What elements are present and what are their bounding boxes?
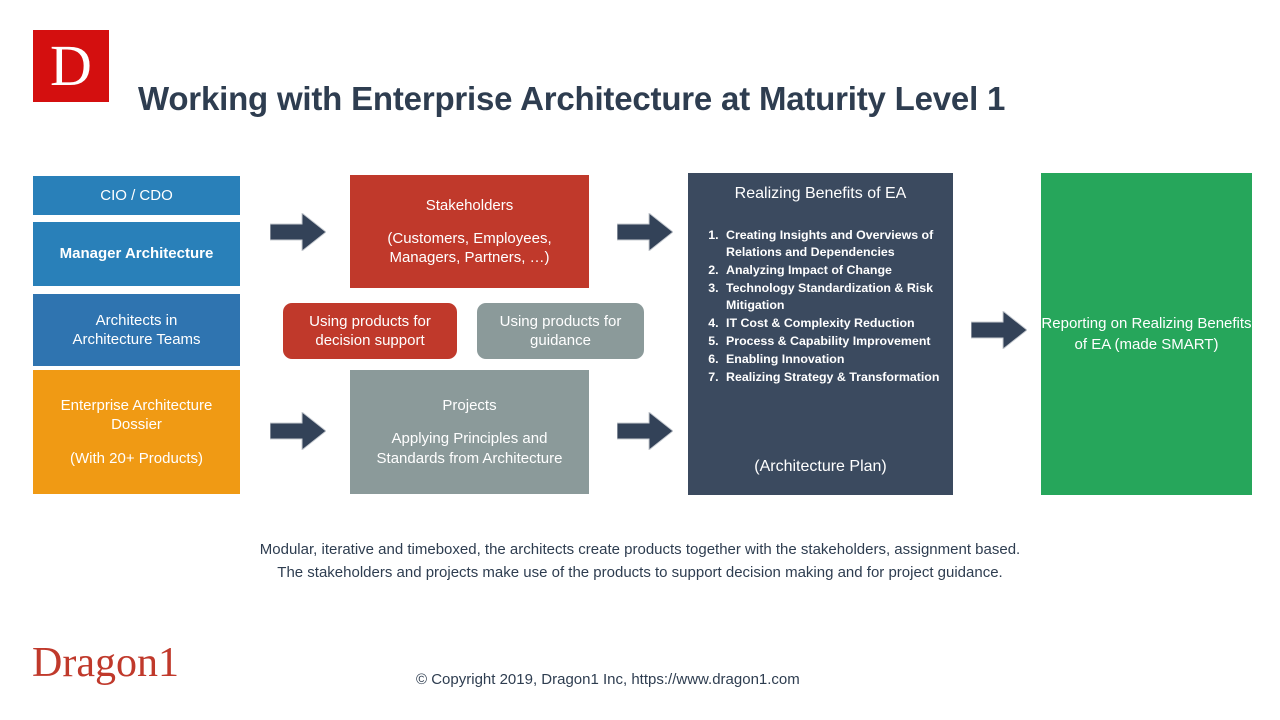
caption-line-2: The stakeholders and projects make use o…: [277, 564, 1003, 582]
box-projects: Projects Applying Principles and Standar…: [350, 370, 589, 494]
box-architects-line-1: Architects in: [95, 311, 178, 329]
box-manager-architecture-label: Manager Architecture: [59, 245, 214, 263]
pill-decision-line-2: decision support: [315, 332, 425, 349]
pill-decision-line-1: Using products for: [309, 312, 431, 330]
brand-wordmark: Dragon1: [32, 640, 179, 686]
pill-guidance-line-2: guidance: [530, 332, 591, 349]
arrow-cio-to-stakeholders-icon: [270, 213, 326, 251]
box-cio-cdo: CIO / CDO: [33, 176, 240, 215]
pill-guidance-line-1: Using products for: [499, 312, 622, 330]
page-title: Working with Enterprise Architecture at …: [138, 80, 1006, 117]
list-item: Analyzing Impact of Change: [722, 262, 941, 279]
arrow-projects-to-realizing-icon: [617, 412, 673, 450]
box-stakeholders-detail-line-1: (Customers, Employees,: [387, 229, 552, 247]
copyright-notice: © Copyright 2019, Dragon1 Inc, https://w…: [416, 671, 800, 688]
list-item: Creating Insights and Overviews of Relat…: [722, 227, 941, 261]
box-stakeholders: Stakeholders (Customers, Employees, Mana…: [350, 175, 589, 288]
logo-letter-d: D: [50, 33, 92, 98]
realizing-heading: Realizing Benefits of EA: [688, 173, 953, 205]
box-stakeholders-detail-line-2: Managers, Partners, …): [389, 249, 550, 267]
list-item: Technology Standardization & Risk Mitiga…: [722, 280, 941, 314]
realizing-footer-architecture-plan: (Architecture Plan): [754, 458, 887, 475]
caption: Modular, iterative and timeboxed, the ar…: [140, 538, 1140, 585]
box-architects-in-architecture-teams: Architects in Architecture Teams: [33, 294, 240, 366]
box-projects-detail-line-1: Applying Principles and: [391, 430, 548, 448]
realizing-heading-line-1: Realizing: [734, 185, 801, 202]
caption-line-1: Modular, iterative and timeboxed, the ar…: [259, 541, 1021, 558]
box-dossier-line-1: Enterprise Architecture: [60, 397, 213, 415]
box-projects-title: Projects: [442, 397, 497, 415]
box-stakeholders-title: Stakeholders: [425, 196, 514, 214]
arrow-realizing-to-reporting-icon: [971, 311, 1027, 349]
box-manager-architecture: Manager Architecture: [33, 222, 240, 286]
list-item: Realizing Strategy & Transformation: [722, 369, 941, 386]
pill-guidance-text: Using products for guidance: [477, 312, 644, 351]
box-dossier-products-count: (With 20+ Products): [70, 449, 203, 467]
list-item: Enabling Innovation: [722, 351, 941, 368]
box-projects-detail-line-2: Standards from Architecture: [376, 449, 563, 467]
pill-decision-text: Using products for decision support: [283, 312, 457, 351]
box-reporting-on-realizing-benefits: Reporting on Realizing Benefits of EA (m…: [1041, 173, 1252, 495]
box-architects-line-2: Architecture Teams: [72, 331, 201, 348]
realizing-benefits-list: Creating Insights and Overviews of Relat…: [688, 205, 953, 387]
box-dossier-line-2: Dossier: [111, 416, 162, 434]
arrow-stakeholders-to-realizing-icon: [617, 213, 673, 251]
box-cio-cdo-label: CIO / CDO: [100, 186, 173, 204]
reporting-line-3: (made SMART): [1114, 336, 1219, 353]
list-item: Process & Capability Improvement: [722, 333, 941, 350]
reporting-text: Reporting on Realizing Benefits of EA (m…: [1041, 313, 1252, 355]
list-item: IT Cost & Complexity Reduction: [722, 315, 941, 332]
box-realizing-benefits-of-ea: Realizing Benefits of EA Creating Insigh…: [688, 173, 953, 495]
realizing-heading-line-2: Benefits of EA: [804, 185, 907, 202]
dragon1-logo-mark: D: [33, 30, 109, 102]
pill-using-products-for-guidance: Using products for guidance: [477, 303, 644, 359]
arrow-dossier-to-projects-icon: [270, 412, 326, 450]
reporting-line-1: Reporting on Realizing: [1041, 315, 1194, 332]
box-enterprise-architecture-dossier: Enterprise Architecture Dossier (With 20…: [33, 370, 240, 494]
pill-using-products-for-decision-support: Using products for decision support: [283, 303, 457, 359]
